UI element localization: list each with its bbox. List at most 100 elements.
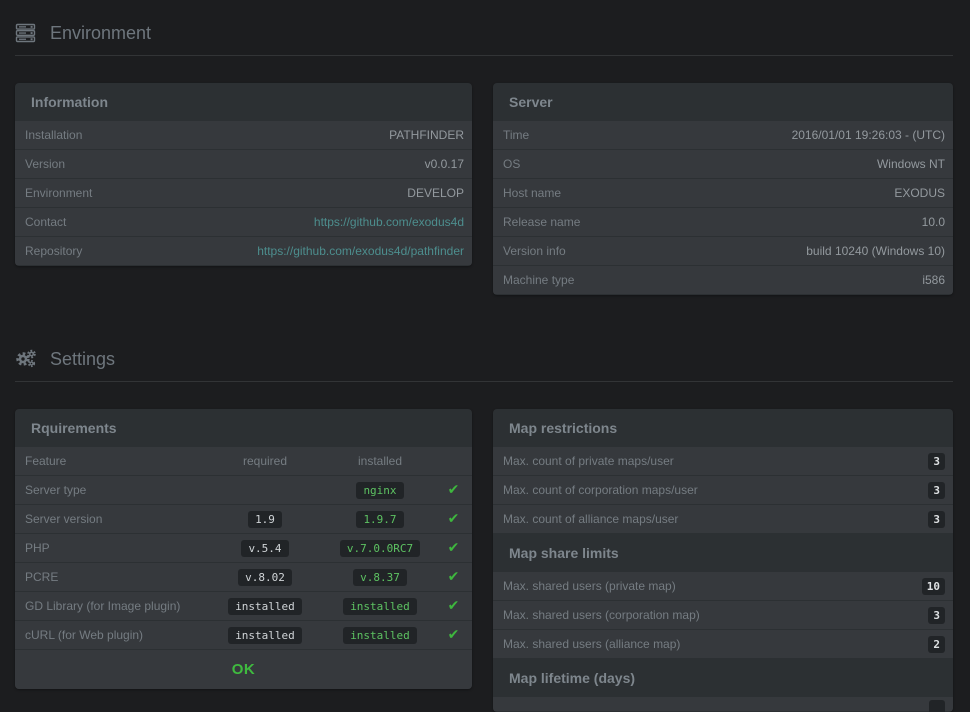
server-row-os: OS Windows NT bbox=[493, 150, 953, 178]
row-label: Environment bbox=[25, 186, 92, 200]
value-badge: 2 bbox=[928, 636, 945, 653]
required-cell: v.8.02 bbox=[205, 569, 325, 586]
required-cell: installed bbox=[205, 598, 325, 615]
settings-section: Settings Rquirements Feature required in… bbox=[15, 295, 953, 712]
server-row-hostname: Host name EXODUS bbox=[493, 179, 953, 207]
row-label: Max. count of private maps/user bbox=[503, 454, 674, 468]
map-row-shared-alliance: Max. shared users (alliance map) 2 bbox=[493, 630, 953, 658]
map-row-alliance-maps: Max. count of alliance maps/user 3 bbox=[493, 505, 953, 533]
server-panel-title: Server bbox=[493, 83, 953, 121]
req-row-server-version: Server version 1.9 1.9.7 ✔ bbox=[15, 505, 472, 533]
row-label: Max. shared users (private map) bbox=[503, 579, 676, 593]
map-row-private-maps: Max. count of private maps/user 3 bbox=[493, 447, 953, 475]
installed-badge: 1.9.7 bbox=[356, 511, 403, 528]
info-row-installation: Installation PATHFINDER bbox=[15, 121, 472, 149]
installed-cell: nginx bbox=[325, 482, 435, 499]
server-stack-icon bbox=[15, 22, 37, 44]
server-row-release: Release name 10.0 bbox=[493, 208, 953, 236]
environment-section: Environment Information Installation PAT… bbox=[15, 0, 953, 295]
req-row-server-type: Server type nginx ✔ bbox=[15, 476, 472, 504]
row-label: Max. shared users (alliance map) bbox=[503, 637, 680, 651]
row-label: Max. count of alliance maps/user bbox=[503, 512, 678, 526]
req-row-gd-library: GD Library (for Image plugin) installed … bbox=[15, 592, 472, 620]
row-label: Release name bbox=[503, 215, 580, 229]
installed-badge: nginx bbox=[356, 482, 403, 499]
row-label: Repository bbox=[25, 244, 82, 258]
row-label: Max. count of corporation maps/user bbox=[503, 483, 698, 497]
server-panel: Server Time 2016/01/01 19:26:03 - (UTC) … bbox=[493, 83, 953, 295]
row-label: Version bbox=[25, 157, 65, 171]
required-badge: v.5.4 bbox=[241, 540, 288, 557]
feature-label: cURL (for Web plugin) bbox=[25, 628, 205, 642]
settings-section-header: Settings bbox=[15, 347, 953, 382]
row-value: i586 bbox=[922, 273, 945, 287]
server-row-time: Time 2016/01/01 19:26:03 - (UTC) bbox=[493, 121, 953, 149]
feature-label: Server type bbox=[25, 483, 205, 497]
check-cell: ✔ bbox=[435, 541, 472, 555]
check-cell: ✔ bbox=[435, 570, 472, 584]
installed-badge: v.8.37 bbox=[353, 569, 407, 586]
column-required: required bbox=[205, 454, 325, 468]
row-value: PATHFINDER bbox=[389, 128, 464, 142]
row-value: 10.0 bbox=[922, 215, 945, 229]
requirements-status-footer: OK bbox=[15, 650, 472, 689]
installed-cell: v.8.37 bbox=[325, 569, 435, 586]
map-lifetime-title: Map lifetime (days) bbox=[493, 659, 953, 697]
installed-cell: installed bbox=[325, 598, 435, 615]
map-row-corporation-maps: Max. count of corporation maps/user 3 bbox=[493, 476, 953, 504]
req-row-curl: cURL (for Web plugin) installed installe… bbox=[15, 621, 472, 649]
gears-icon bbox=[15, 348, 37, 370]
check-icon: ✔ bbox=[448, 512, 460, 526]
required-badge: installed bbox=[228, 598, 302, 615]
check-icon: ✔ bbox=[448, 599, 460, 613]
status-ok-text: OK bbox=[232, 661, 256, 678]
check-icon: ✔ bbox=[448, 570, 460, 584]
setup-page: Environment Information Installation PAT… bbox=[0, 0, 970, 712]
feature-label: PHP bbox=[25, 541, 205, 555]
value-badge: 3 bbox=[928, 607, 945, 624]
value-badge: 3 bbox=[928, 453, 945, 470]
installed-badge: v.7.0.0RC7 bbox=[340, 540, 420, 557]
row-value: Windows NT bbox=[877, 157, 945, 171]
value-badge bbox=[929, 700, 945, 712]
row-label: Installation bbox=[25, 128, 82, 142]
requirements-panel: Rquirements Feature required installed S… bbox=[15, 409, 472, 689]
feature-label: Server version bbox=[25, 512, 205, 526]
information-panel: Information Installation PATHFINDER Vers… bbox=[15, 83, 472, 266]
row-label: Time bbox=[503, 128, 529, 142]
server-row-versioninfo: Version info build 10240 (Windows 10) bbox=[493, 237, 953, 265]
check-cell: ✔ bbox=[435, 483, 472, 497]
required-badge: installed bbox=[228, 627, 302, 644]
column-feature: Feature bbox=[25, 454, 205, 468]
environment-title: Environment bbox=[50, 21, 151, 45]
row-label: Version info bbox=[503, 244, 566, 258]
required-cell: installed bbox=[205, 627, 325, 644]
row-label: Machine type bbox=[503, 273, 574, 287]
required-badge: 1.9 bbox=[248, 511, 282, 528]
check-icon: ✔ bbox=[448, 483, 460, 497]
map-settings-panel: Map restrictions Max. count of private m… bbox=[493, 409, 953, 712]
installed-cell: v.7.0.0RC7 bbox=[325, 540, 435, 557]
installed-cell: 1.9.7 bbox=[325, 511, 435, 528]
requirements-panel-title: Rquirements bbox=[15, 409, 472, 447]
installed-cell: installed bbox=[325, 627, 435, 644]
row-label: Contact bbox=[25, 215, 66, 229]
required-badge: v.8.02 bbox=[238, 569, 292, 586]
check-cell: ✔ bbox=[435, 628, 472, 642]
info-row-repository: Repository https://github.com/exodus4d/p… bbox=[15, 237, 472, 265]
environment-section-header: Environment bbox=[15, 21, 953, 56]
column-installed: installed bbox=[325, 454, 435, 468]
installed-badge: installed bbox=[343, 598, 417, 615]
repository-link[interactable]: https://github.com/exodus4d/pathfinder bbox=[257, 244, 464, 258]
req-row-php: PHP v.5.4 v.7.0.0RC7 ✔ bbox=[15, 534, 472, 562]
row-label: Host name bbox=[503, 186, 561, 200]
feature-label: PCRE bbox=[25, 570, 205, 584]
info-row-contact: Contact https://github.com/exodus4d bbox=[15, 208, 472, 236]
row-value: v0.0.17 bbox=[425, 157, 464, 171]
req-row-pcre: PCRE v.8.02 v.8.37 ✔ bbox=[15, 563, 472, 591]
info-row-version: Version v0.0.17 bbox=[15, 150, 472, 178]
row-value: build 10240 (Windows 10) bbox=[806, 244, 945, 258]
contact-link[interactable]: https://github.com/exodus4d bbox=[314, 215, 464, 229]
row-value: EXODUS bbox=[894, 186, 945, 200]
information-panel-title: Information bbox=[15, 83, 472, 121]
